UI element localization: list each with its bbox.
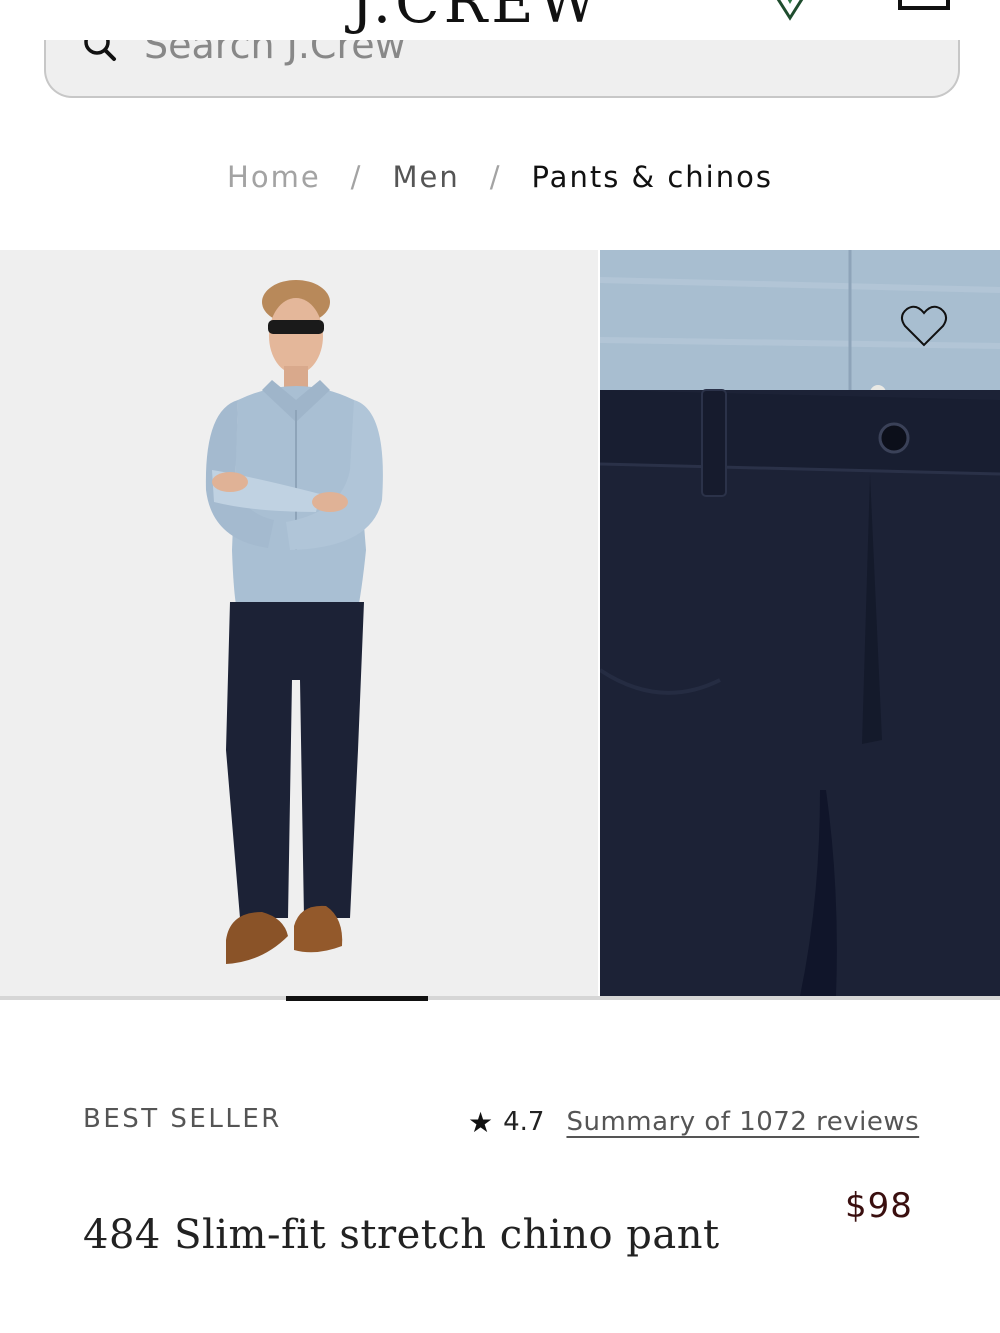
model-full-body-photo[interactable] [0, 250, 598, 996]
breadcrumb-men[interactable]: Men [392, 160, 459, 194]
search-input[interactable] [142, 40, 846, 72]
gallery-scroll-thumb[interactable] [286, 996, 428, 1001]
reviews-link[interactable]: Summary of 1072 reviews [566, 1107, 919, 1137]
breadcrumb-separator: / [489, 160, 502, 194]
product-price: $98 [845, 1186, 913, 1226]
gallery-scroll-track[interactable] [0, 996, 1000, 1000]
location-pin-icon[interactable] [765, 0, 815, 22]
rating-summary: ★ 4.7 Summary of 1072 reviews [468, 1102, 919, 1142]
search-bar[interactable] [44, 40, 960, 98]
search-icon [84, 40, 116, 61]
jcrew-logo[interactable]: J.CREW [350, 0, 601, 36]
breadcrumb: Home / Men / Pants & chinos [0, 160, 1000, 194]
pant-waistband-closeup-photo[interactable] [600, 250, 1000, 996]
breadcrumb-home[interactable]: Home [227, 160, 321, 194]
shopping-bag-icon[interactable] [898, 0, 950, 12]
breadcrumb-separator: / [350, 160, 363, 194]
product-image-gallery[interactable] [0, 250, 1000, 996]
star-icon: ★ [468, 1105, 494, 1139]
breadcrumb-current: Pants & chinos [531, 160, 773, 194]
rating-value: 4.7 [503, 1107, 545, 1137]
product-title: 484 Slim-fit stretch chino pant [83, 1212, 720, 1258]
heart-outline-icon[interactable] [900, 304, 948, 348]
best-seller-badge: BEST SELLER [83, 1104, 282, 1134]
